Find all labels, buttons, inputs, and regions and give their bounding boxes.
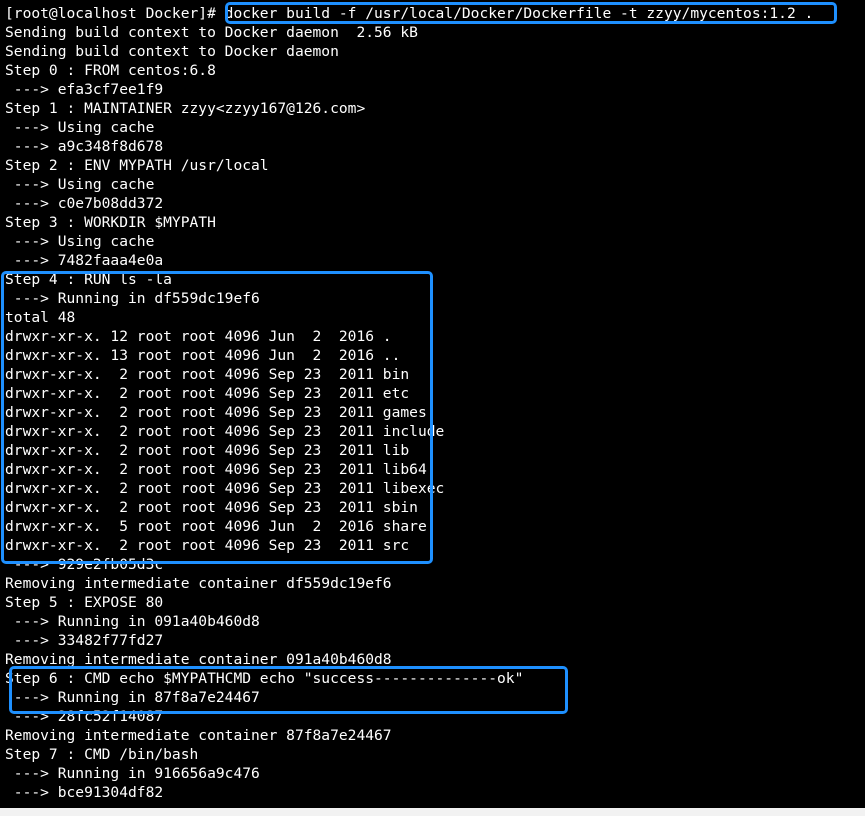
- command-line: [root@localhost Docker]# docker build -f…: [5, 5, 814, 22]
- terminal-window[interactable]: [root@localhost Docker]# docker build -f…: [0, 0, 865, 808]
- output-line: Removing intermediate container 87f8a7e2…: [5, 727, 392, 744]
- output-line: Step 0 : FROM centos:6.8: [5, 62, 216, 79]
- output-line: Step 6 : CMD echo $MYPATHCMD echo "succe…: [5, 670, 524, 687]
- output-line: ---> a9c348f8d678: [5, 138, 164, 155]
- output-line: Step 3 : WORKDIR $MYPATH: [5, 214, 216, 231]
- output-line: Removing intermediate container 091a40b4…: [5, 651, 392, 668]
- output-line: total 48: [5, 309, 76, 326]
- output-line: Step 2 : ENV MYPATH /usr/local: [5, 157, 269, 174]
- output-line: drwxr-xr-x. 2 root root 4096 Sep 23 2011…: [5, 442, 410, 459]
- output-line: drwxr-xr-x. 2 root root 4096 Sep 23 2011…: [5, 499, 418, 516]
- output-line: ---> efa3cf7ee1f9: [5, 81, 164, 98]
- output-line: Sending build context to Docker daemon 2…: [5, 24, 418, 41]
- output-line: drwxr-xr-x. 2 root root 4096 Sep 23 2011…: [5, 423, 445, 440]
- output-line: drwxr-xr-x. 2 root root 4096 Sep 23 2011…: [5, 480, 445, 497]
- output-line: ---> Using cache: [5, 119, 155, 136]
- output-line: ---> 33482f77fd27: [5, 632, 164, 649]
- output-line: ---> Running in 87f8a7e24467: [5, 689, 260, 706]
- output-line: ---> 28fc52f14087: [5, 708, 164, 725]
- output-line: drwxr-xr-x. 5 root root 4096 Jun 2 2016 …: [5, 518, 427, 535]
- output-line: Sending build context to Docker daemon: [5, 43, 339, 60]
- output-line: Removing intermediate container df559dc1…: [5, 575, 392, 592]
- output-line: ---> Using cache: [5, 176, 155, 193]
- output-line: ---> Running in 916656a9c476: [5, 765, 260, 782]
- output-line: drwxr-xr-x. 2 root root 4096 Sep 23 2011…: [5, 366, 410, 383]
- output-line: drwxr-xr-x. 2 root root 4096 Sep 23 2011…: [5, 461, 427, 478]
- output-line: drwxr-xr-x. 13 root root 4096 Jun 2 2016…: [5, 347, 401, 364]
- output-line: ---> 929e2fb05d3c: [5, 556, 164, 573]
- output-line: ---> Using cache: [5, 233, 155, 250]
- output-line: drwxr-xr-x. 2 root root 4096 Sep 23 2011…: [5, 385, 410, 402]
- output-line: drwxr-xr-x. 2 root root 4096 Sep 23 2011…: [5, 537, 410, 554]
- output-line: drwxr-xr-x. 2 root root 4096 Sep 23 2011…: [5, 404, 427, 421]
- output-line: Step 1 : MAINTAINER zzyy<zzyy167@126.com…: [5, 100, 366, 117]
- output-line: ---> bce91304df82: [5, 784, 164, 801]
- output-line: ---> 7482faaa4e0a: [5, 252, 164, 269]
- bottom-strip: [0, 808, 865, 816]
- terminal-output: [root@localhost Docker]# docker build -f…: [5, 4, 813, 802]
- output-line: ---> Running in df559dc19ef6: [5, 290, 260, 307]
- output-line: drwxr-xr-x. 12 root root 4096 Jun 2 2016…: [5, 328, 392, 345]
- output-line: Step 5 : EXPOSE 80: [5, 594, 164, 611]
- output-line: ---> c0e7b08dd372: [5, 195, 164, 212]
- output-line: ---> Running in 091a40b460d8: [5, 613, 260, 630]
- output-line: Step 4 : RUN ls -la: [5, 271, 172, 288]
- output-line: Step 7 : CMD /bin/bash: [5, 746, 199, 763]
